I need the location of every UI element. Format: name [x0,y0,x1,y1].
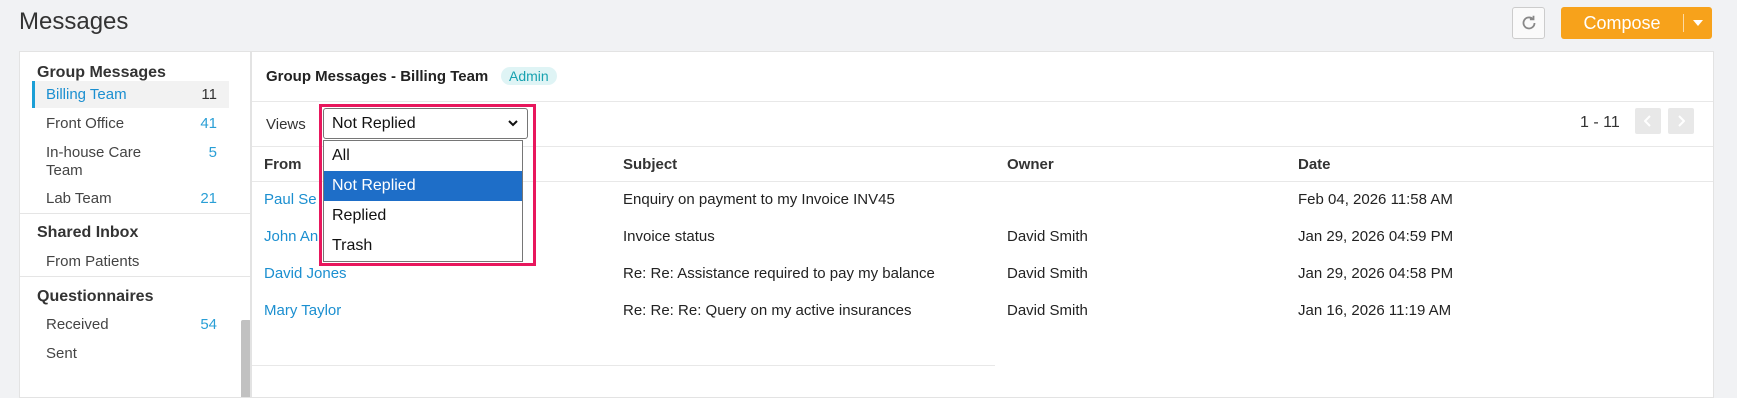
panel-title: Group Messages - Billing Team [266,68,489,85]
row-from-link[interactable]: John An [264,228,318,245]
pagination-range: 1 - 11 [1580,114,1620,131]
compose-button[interactable]: Compose [1561,7,1712,39]
views-option-replied[interactable]: Replied [324,201,522,231]
chevron-right-icon [1678,115,1685,127]
views-option-all[interactable]: All [324,141,522,171]
row-from-link[interactable]: David Jones [264,265,347,282]
chevron-left-icon [1644,115,1651,127]
sidebar-item-front-office[interactable]: Front Office 41 [32,115,229,137]
chevron-down-icon [508,120,518,127]
sidebar-item-received[interactable]: Received 54 [32,316,229,338]
sidebar-item-label: Billing Team [46,86,127,103]
row-owner: David Smith [1007,228,1088,245]
sidebar-scrollbar[interactable] [241,320,250,397]
sidebar-item-count: 5 [208,144,217,161]
sidebar-item-label: Sent [46,345,77,362]
sidebar-header-questionnaires: Questionnaires [37,288,154,305]
page-title: Messages [19,8,129,35]
sidebar-header-shared-inbox: Shared Inbox [37,224,139,241]
column-header-owner[interactable]: Owner [1007,156,1054,173]
row-date: Jan 29, 2026 04:59 PM [1298,228,1454,245]
column-header-from[interactable]: From [264,156,302,173]
row-date: Jan 29, 2026 04:58 PM [1298,265,1454,282]
sidebar-item-billing-team[interactable]: Billing Team 11 [32,81,229,108]
row-subject[interactable]: Enquiry on payment to my Invoice INV45 [623,191,895,208]
sidebar-item-label: In-house Care [46,144,142,161]
refresh-icon [1522,15,1535,30]
column-header-subject[interactable]: Subject [623,156,677,173]
row-owner: David Smith [1007,302,1088,319]
row-subject[interactable]: Re: Re: Re: Query on my active insurance… [623,302,911,319]
admin-badge: Admin [501,67,557,85]
row-date: Jan 16, 2026 11:19 AM [1298,302,1452,319]
views-options-list: All Not Replied Replied Trash [323,140,523,262]
sidebar-item-lab-team[interactable]: Lab Team 21 [32,190,229,212]
views-select[interactable]: Not Replied [323,108,528,139]
sidebar-item-count: 21 [200,190,217,207]
sidebar-item-from-patients[interactable]: From Patients [32,253,229,275]
refresh-button[interactable] [1512,7,1545,39]
views-label: Views [266,116,306,133]
compose-dropdown-toggle[interactable] [1684,20,1712,26]
row-owner: David Smith [1007,265,1088,282]
sidebar-divider [20,213,250,214]
prev-page-button[interactable] [1635,108,1661,134]
sidebar-item-label: Lab Team [46,190,112,207]
sidebar-item-in-house-care-team[interactable]: In-house Care Team 5 [32,144,229,182]
row-subject[interactable]: Re: Re: Assistance required to pay my ba… [623,265,935,282]
views-option-not-replied[interactable]: Not Replied [324,171,522,201]
row-from-link[interactable]: Mary Taylor [264,302,341,319]
views-option-trash[interactable]: Trash [324,231,522,261]
sidebar: Group Messages Billing Team 11 Front Off… [19,51,251,398]
compose-label: Compose [1583,12,1661,33]
row-date: Feb 04, 2026 11:58 AM [1298,191,1453,208]
sidebar-item-label: From Patients [46,253,140,270]
caret-down-icon [1693,20,1703,26]
sidebar-item-label: Received [46,316,109,333]
sidebar-divider [20,276,250,277]
column-header-date[interactable]: Date [1298,156,1331,173]
sidebar-header-group-messages: Group Messages [37,64,166,81]
row-from-link[interactable]: Paul Se [264,191,317,208]
divider [252,101,1713,102]
row-subject[interactable]: Invoice status [623,228,715,245]
sidebar-item-count: 41 [200,115,217,132]
table-bottom-divider [252,365,995,366]
views-select-value: Not Replied [332,115,416,132]
sidebar-item-sent[interactable]: Sent [32,345,229,367]
sidebar-item-label-line2: Team [46,162,83,179]
next-page-button[interactable] [1668,108,1694,134]
sidebar-item-count: 11 [201,86,217,103]
sidebar-item-count: 54 [200,316,217,333]
sidebar-item-label: Front Office [46,115,125,132]
